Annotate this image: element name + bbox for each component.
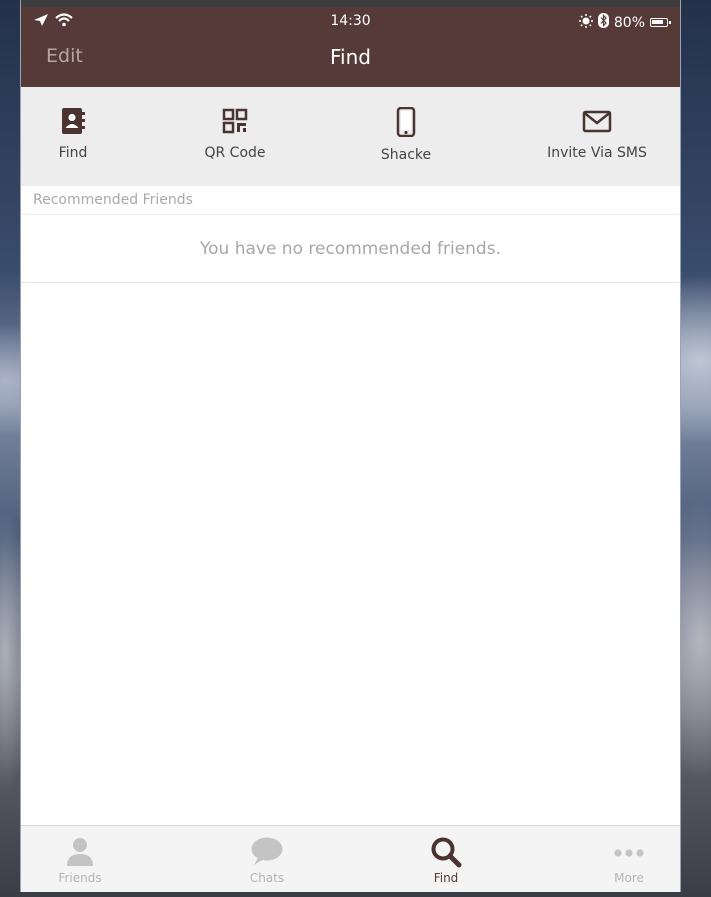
recommended-friends-header: Recommended Friends	[21, 186, 680, 215]
tab-label: Find	[433, 871, 459, 885]
shake-button[interactable]: Shacke	[373, 107, 439, 163]
tool-label: Invite Via SMS	[547, 145, 647, 161]
tab-label: Chats	[249, 871, 285, 885]
tab-more[interactable]: More	[612, 836, 646, 885]
person-icon	[65, 836, 95, 871]
app-window: 14:30 80% Edit Find Find QR Code Shacke …	[20, 0, 681, 892]
qr-code-icon	[221, 107, 249, 145]
nav-bar: Edit Find	[21, 45, 680, 73]
tool-label: QR Code	[204, 145, 266, 161]
bluetooth-icon	[597, 13, 609, 32]
find-contacts-button[interactable]: Find	[49, 107, 97, 161]
envelope-icon	[582, 107, 612, 145]
tool-label: Shacke	[380, 147, 432, 163]
ellipsis-icon	[613, 836, 645, 871]
page-title: Find	[330, 45, 371, 69]
status-bar: 14:30 80%	[21, 13, 680, 31]
tab-label: Friends	[58, 871, 102, 885]
battery-percent: 80%	[613, 14, 645, 31]
app-header: 14:30 80% Edit Find	[21, 7, 680, 87]
battery-icon	[650, 18, 671, 27]
invite-sms-button[interactable]: Invite Via SMS	[543, 107, 651, 161]
contacts-book-icon	[60, 107, 86, 145]
chat-bubble-icon	[250, 836, 284, 871]
tab-label: More	[614, 871, 644, 885]
qr-code-button[interactable]: QR Code	[193, 107, 277, 161]
search-icon	[430, 836, 462, 871]
tool-label: Find	[58, 145, 88, 161]
status-right: 80%	[578, 13, 671, 32]
tab-friends[interactable]: Friends	[58, 836, 102, 885]
tab-find[interactable]: Find	[430, 836, 462, 885]
empty-state-message: You have no recommended friends.	[21, 215, 680, 283]
find-toolbar: Find QR Code Shacke Invite Via SMS	[21, 87, 680, 186]
window-top-strip	[21, 0, 680, 7]
tab-bar: Friends Chats Find More	[21, 825, 680, 892]
tab-chats[interactable]: Chats	[249, 836, 285, 885]
phone-icon	[396, 107, 416, 147]
brightness-icon	[578, 13, 593, 32]
